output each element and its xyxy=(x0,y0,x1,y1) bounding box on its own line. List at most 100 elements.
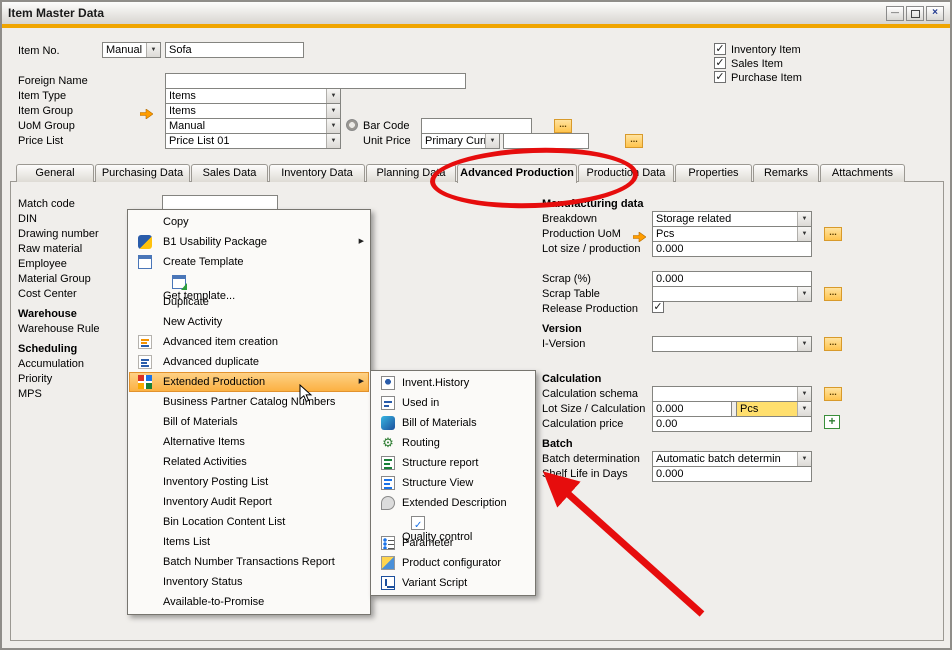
match-code-input[interactable] xyxy=(162,195,278,210)
add-calculation-table-icon[interactable] xyxy=(824,415,840,429)
submenu-item-invent-history[interactable]: Invent.History xyxy=(372,373,534,393)
item-type-dropdown[interactable]: Items xyxy=(165,88,341,104)
close-button[interactable] xyxy=(926,6,944,21)
submenu-item-extended-description[interactable]: Extended Description xyxy=(372,493,534,513)
submenu-item-routing[interactable]: Routing xyxy=(372,433,534,453)
menu-item-inventory-posting-list[interactable]: Inventory Posting List xyxy=(129,472,369,492)
shelf-life-label: Shelf Life in Days xyxy=(542,468,628,480)
menu-item-label: Used in xyxy=(402,397,439,409)
menu-item-inventory-audit-report[interactable]: Inventory Audit Report xyxy=(129,492,369,512)
manufacturing-data-header: Manufacturing data xyxy=(542,198,643,210)
production-uom-browse-button[interactable]: ... xyxy=(824,227,842,241)
batch-determination-dropdown[interactable]: Automatic batch determin xyxy=(652,451,812,467)
item-group-link-arrow-icon[interactable] xyxy=(140,106,153,124)
bar-code-input[interactable] xyxy=(421,118,532,134)
menu-item-bill-of-materials[interactable]: Bill of Materials xyxy=(129,412,369,432)
uom-group-label: UoM Group xyxy=(18,120,75,132)
menu-item-label: Advanced item creation xyxy=(163,336,278,348)
lot-size-calculation-input[interactable]: 0.000 xyxy=(652,401,732,417)
unit-price-currency-dropdown[interactable]: Primary Curr xyxy=(421,133,500,149)
breakdown-dropdown[interactable]: Storage related xyxy=(652,211,812,227)
minimize-button[interactable] xyxy=(886,6,904,21)
price-list-label: Price List xyxy=(18,135,63,147)
menu-item-label: Inventory Audit Report xyxy=(163,496,272,508)
submenu-item-product-configurator[interactable]: Product configurator xyxy=(372,553,534,573)
submenu-item-bill-of-materials[interactable]: Bill of Materials xyxy=(372,413,534,433)
uom-group-dropdown[interactable]: Manual xyxy=(165,118,341,134)
foreign-name-input[interactable] xyxy=(165,73,466,89)
submenu-item-quality-control[interactable]: Quality control xyxy=(372,513,534,533)
item-no-input[interactable]: Sofa xyxy=(165,42,304,58)
menu-item-label: Inventory Status xyxy=(163,576,243,588)
sales-item-checkbox[interactable] xyxy=(714,57,726,69)
menu-item-b1-usability-package[interactable]: B1 Usability Package xyxy=(129,232,369,252)
menu-item-label: Invent.History xyxy=(402,377,469,389)
submenu-item-parameter[interactable]: Parameter xyxy=(372,533,534,553)
purchase-item-checkbox[interactable] xyxy=(714,71,726,83)
bar-code-browse-button[interactable]: ... xyxy=(554,119,572,133)
calculation-price-input[interactable]: 0.00 xyxy=(652,416,812,432)
restore-button[interactable] xyxy=(906,6,924,21)
production-uom-dropdown[interactable]: Pcs xyxy=(652,226,812,242)
calculation-schema-browse-button[interactable]: ... xyxy=(824,387,842,401)
menu-item-bin-location-content-list[interactable]: Bin Location Content List xyxy=(129,512,369,532)
unit-price-browse-button[interactable]: ... xyxy=(625,134,643,148)
advanced-item-creation-icon xyxy=(138,335,152,349)
tab-general[interactable]: General xyxy=(16,164,94,182)
menu-item-items-list[interactable]: Items List xyxy=(129,532,369,552)
tab-purchasing-data[interactable]: Purchasing Data xyxy=(95,164,190,182)
submenu-item-structure-report[interactable]: Structure report xyxy=(372,453,534,473)
lot-size-calculation-uom-dropdown[interactable]: Pcs xyxy=(736,401,812,417)
submenu-item-used-in[interactable]: Used in xyxy=(372,393,534,413)
version-header: Version xyxy=(542,323,582,335)
tab-sales-data[interactable]: Sales Data xyxy=(191,164,268,182)
uom-values-icon[interactable] xyxy=(346,119,358,131)
calculation-schema-dropdown[interactable] xyxy=(652,386,812,402)
menu-item-batch-number-transactions-report[interactable]: Batch Number Transactions Report xyxy=(129,552,369,572)
menu-item-advanced-item-creation[interactable]: Advanced item creation xyxy=(129,332,369,352)
item-no-mode-dropdown[interactable]: Manual xyxy=(102,42,161,58)
item-group-dropdown[interactable]: Items xyxy=(165,103,341,119)
menu-item-advanced-duplicate[interactable]: Advanced duplicate xyxy=(129,352,369,372)
menu-item-create-template[interactable]: Create Template xyxy=(129,252,369,272)
i-version-dropdown[interactable] xyxy=(652,336,812,352)
i-version-browse-button[interactable]: ... xyxy=(824,337,842,351)
menu-item-duplicate[interactable]: Duplicate xyxy=(129,292,369,312)
menu-item-inventory-status[interactable]: Inventory Status xyxy=(129,572,369,592)
field-label-mps: MPS xyxy=(18,388,42,400)
tab-advanced-production[interactable]: Advanced Production xyxy=(457,164,577,183)
scrap-input[interactable]: 0.000 xyxy=(652,271,812,287)
tab-production-data[interactable]: Production Data xyxy=(578,164,674,182)
menu-item-extended-production[interactable]: Extended Production xyxy=(129,372,369,392)
tab-remarks[interactable]: Remarks xyxy=(753,164,819,182)
quality-control-icon xyxy=(411,516,425,530)
scrap-table-dropdown[interactable] xyxy=(652,286,812,302)
menu-item-alternative-items[interactable]: Alternative Items xyxy=(129,432,369,452)
field-label-material-group: Material Group xyxy=(18,273,91,285)
release-production-checkbox[interactable] xyxy=(652,301,664,313)
tab-inventory-data[interactable]: Inventory Data xyxy=(269,164,365,182)
item-master-data-window: Item Master Data Item No. Manual Sofa Fo… xyxy=(0,0,952,650)
price-list-dropdown[interactable]: Price List 01 xyxy=(165,133,341,149)
scrap-table-browse-button[interactable]: ... xyxy=(824,287,842,301)
inventory-item-label: Inventory Item xyxy=(731,44,801,56)
tab-properties[interactable]: Properties xyxy=(675,164,752,182)
tab-planning-data[interactable]: Planning Data xyxy=(366,164,456,182)
submenu-item-variant-script[interactable]: Variant Script xyxy=(372,573,534,593)
menu-item-new-activity[interactable]: New Activity xyxy=(129,312,369,332)
production-uom-label: Production UoM xyxy=(542,228,621,240)
inventory-item-checkbox[interactable] xyxy=(714,43,726,55)
menu-item-available-to-promise[interactable]: Available-to-Promise xyxy=(129,592,369,612)
batch-determination-label: Batch determination xyxy=(542,453,640,465)
submenu-arrow-icon xyxy=(359,372,364,392)
menu-item-get-template[interactable]: Get template... xyxy=(129,272,369,292)
submenu-item-structure-view[interactable]: Structure View xyxy=(372,473,534,493)
menu-item-business-partner-catalog-numbers[interactable]: Business Partner Catalog Numbers xyxy=(129,392,369,412)
menu-item-copy[interactable]: Copy xyxy=(129,212,369,232)
tab-attachments[interactable]: Attachments xyxy=(820,164,905,182)
lot-size-production-input[interactable]: 0.000 xyxy=(652,241,812,257)
menu-item-related-activities[interactable]: Related Activities xyxy=(129,452,369,472)
unit-price-input[interactable] xyxy=(503,133,589,149)
parameter-icon xyxy=(381,536,395,550)
shelf-life-input[interactable]: 0.000 xyxy=(652,466,812,482)
